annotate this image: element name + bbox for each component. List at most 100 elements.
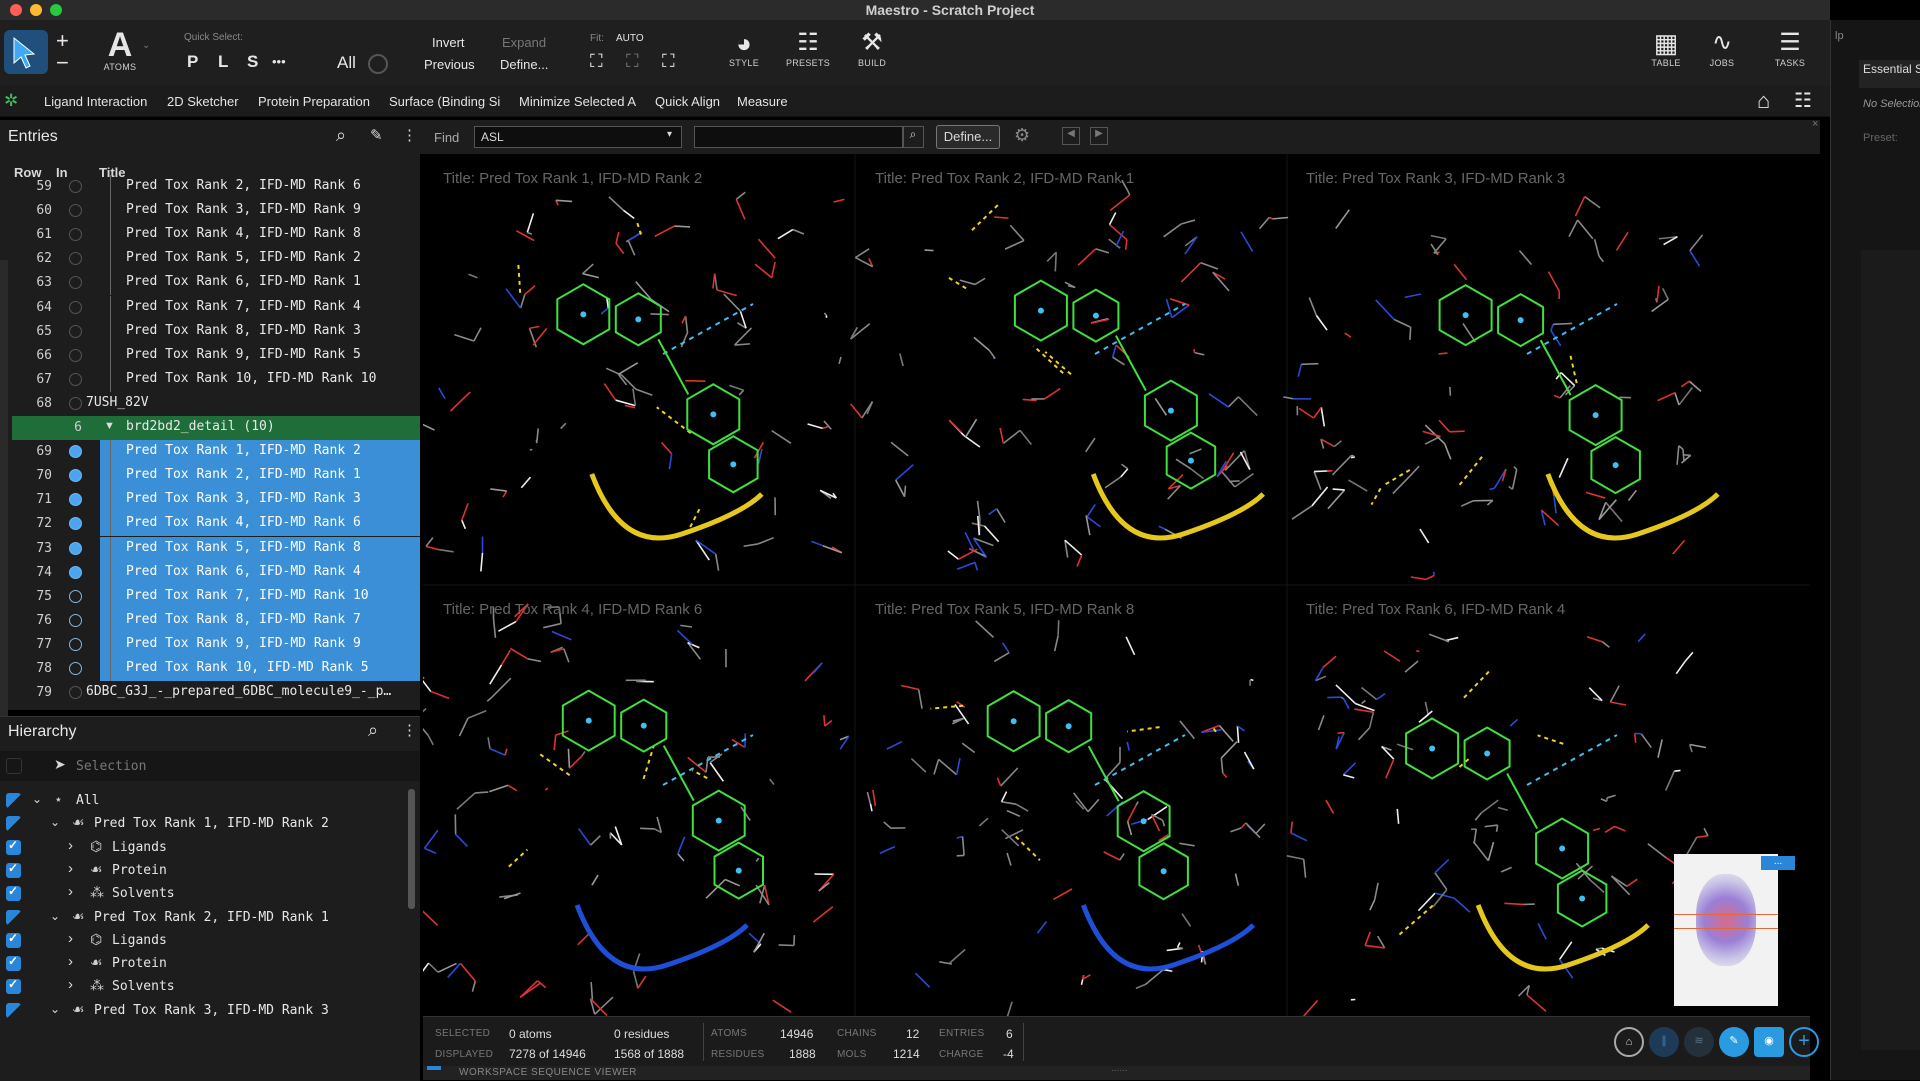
chevron-right-icon[interactable]: ›: [68, 930, 73, 947]
entry-row[interactable]: 73Pred Tox Rank 5, IFD-MD Rank 8: [12, 537, 420, 561]
find-input[interactable]: [694, 126, 904, 148]
menu-minimize-selected[interactable]: Minimize Selected A: [519, 94, 636, 109]
previous-button[interactable]: Previous: [424, 57, 475, 72]
table-button[interactable]: ▦ TABLE: [1644, 28, 1688, 68]
hierarchy-scrollbar[interactable]: [408, 789, 415, 909]
resize-grip-icon[interactable]: ......: [1111, 1063, 1128, 1074]
visibility-checkbox[interactable]: [6, 793, 21, 808]
fit-all-icon[interactable]: ⛶: [590, 51, 603, 72]
tasks-button[interactable]: ☰ TASKS: [1768, 28, 1812, 68]
chevron-right-icon[interactable]: ›: [68, 883, 73, 900]
select-tool-button[interactable]: [4, 30, 48, 74]
visibility-checkbox[interactable]: [6, 1003, 21, 1018]
include-toggle[interactable]: [69, 373, 82, 386]
menu-ligand-interaction[interactable]: Ligand Interaction: [44, 94, 147, 109]
include-toggle[interactable]: [69, 301, 82, 314]
menu-quick-align[interactable]: Quick Align: [655, 94, 720, 109]
entry-row[interactable]: 59Pred Tox Rank 2, IFD-MD Rank 6: [12, 175, 420, 199]
selection-checkbox[interactable]: [6, 758, 22, 774]
include-toggle[interactable]: [69, 349, 82, 362]
home-icon[interactable]: ⌂: [1757, 88, 1770, 114]
include-toggle[interactable]: [69, 517, 82, 530]
sequence-viewer-bar[interactable]: WORKSPACE SEQUENCE VIEWER ......: [423, 1066, 1810, 1080]
visibility-checkbox[interactable]: [6, 979, 21, 994]
expand-button[interactable]: Expand: [502, 35, 546, 50]
quick-select-ligand[interactable]: L: [218, 52, 228, 72]
visibility-checkbox[interactable]: [6, 863, 21, 878]
find-search-icon[interactable]: ⌕: [902, 126, 924, 148]
add-favorite-icon[interactable]: ☷: [1794, 88, 1812, 113]
chevron-down-icon[interactable]: ⌄: [50, 815, 60, 829]
chevron-down-icon[interactable]: ⌄: [50, 1002, 60, 1016]
find-next-arrow-icon[interactable]: ▶: [1090, 127, 1108, 145]
build-button[interactable]: ⚒ BUILD: [850, 28, 894, 68]
all-toggle-icon[interactable]: [368, 54, 388, 74]
style-toggle-icon[interactable]: ∥: [1649, 1027, 1679, 1057]
entry-row[interactable]: 63Pred Tox Rank 6, IFD-MD Rank 1: [12, 271, 420, 295]
sequence-viewer-handle[interactable]: [427, 1066, 441, 1070]
more-options-icon[interactable]: ⋮: [402, 126, 417, 144]
hierarchy-selection-row[interactable]: ➤ Selection: [0, 751, 420, 781]
invert-button[interactable]: Invert: [432, 35, 465, 50]
entry-row[interactable]: 796DBC_G3J_-_prepared_6DBC_molecule9_-_p…: [12, 681, 420, 705]
style-button[interactable]: ◕ STYLE: [722, 28, 766, 68]
hierarchy-more-icon[interactable]: ⋮: [402, 721, 417, 739]
include-toggle[interactable]: [69, 276, 82, 289]
entry-row[interactable]: 65Pred Tox Rank 8, IFD-MD Rank 3: [12, 320, 420, 344]
include-toggle[interactable]: [69, 686, 82, 699]
edit-active-icon[interactable]: ✎: [1719, 1027, 1749, 1057]
include-toggle[interactable]: [69, 180, 82, 193]
fit-selection-icon[interactable]: ⛶: [626, 51, 639, 72]
include-toggle[interactable]: [69, 542, 82, 555]
find-close-icon[interactable]: ×: [1812, 118, 1818, 130]
fit-screen-icon[interactable]: ⛶: [662, 51, 675, 72]
include-toggle[interactable]: [69, 590, 82, 603]
chevron-down-icon[interactable]: ⌄: [50, 909, 60, 923]
overview-thumbnail[interactable]: [1674, 854, 1778, 1006]
find-settings-gear-icon[interactable]: ⚙: [1014, 125, 1030, 146]
entry-row[interactable]: 78Pred Tox Rank 10, IFD-MD Rank 5: [12, 657, 420, 681]
find-previous-arrow-icon[interactable]: ◀: [1062, 127, 1080, 145]
quick-select-all[interactable]: All: [337, 53, 356, 73]
chevron-right-icon[interactable]: ›: [68, 860, 73, 877]
entry-row[interactable]: 62Pred Tox Rank 5, IFD-MD Rank 2: [12, 247, 420, 271]
group-collapse-icon[interactable]: ▼: [104, 420, 115, 432]
chevron-right-icon[interactable]: ›: [68, 976, 73, 993]
workspace-3d-viewer[interactable]: Title: Pred Tox Rank 1, IFD-MD Rank 2 Ti…: [423, 154, 1810, 1016]
stereo-view-icon[interactable]: ◉: [1754, 1027, 1784, 1057]
entry-row[interactable]: 60Pred Tox Rank 3, IFD-MD Rank 9: [12, 199, 420, 223]
include-toggle[interactable]: [69, 469, 82, 482]
include-toggle[interactable]: [69, 445, 82, 458]
entry-row[interactable]: 61Pred Tox Rank 4, IFD-MD Rank 8: [12, 223, 420, 247]
layers-icon[interactable]: ≋: [1684, 1027, 1714, 1057]
entry-row[interactable]: 64Pred Tox Rank 7, IFD-MD Rank 4: [12, 296, 420, 320]
quick-select-solvent[interactable]: S: [247, 52, 258, 72]
quick-select-protein[interactable]: P: [187, 52, 198, 72]
visibility-checkbox[interactable]: [6, 933, 21, 948]
quick-select-more[interactable]: •••: [272, 54, 286, 69]
include-toggle[interactable]: [69, 493, 82, 506]
entry-row[interactable]: 72Pred Tox Rank 4, IFD-MD Rank 6: [12, 512, 420, 536]
atoms-dropdown-chevron-icon[interactable]: ⌄: [142, 40, 150, 51]
atoms-button[interactable]: A ATOMS: [100, 28, 140, 72]
include-toggle[interactable]: [69, 325, 82, 338]
entry-group-row[interactable]: 6▼brd2bd2_detail (10): [12, 416, 420, 440]
entry-row[interactable]: 77Pred Tox Rank 9, IFD-MD Rank 9: [12, 633, 420, 657]
visibility-checkbox[interactable]: [6, 816, 21, 831]
chevron-right-icon[interactable]: ›: [68, 837, 73, 854]
fit-value[interactable]: AUTO: [616, 33, 644, 44]
include-toggle[interactable]: [69, 204, 82, 217]
include-toggle[interactable]: [69, 662, 82, 675]
include-toggle[interactable]: [69, 614, 82, 627]
search-icon[interactable]: ⌕: [336, 125, 346, 146]
include-toggle[interactable]: [69, 566, 82, 579]
menu-2d-sketcher[interactable]: 2D Sketcher: [167, 94, 239, 109]
include-toggle[interactable]: [69, 397, 82, 410]
visibility-checkbox[interactable]: [6, 840, 21, 855]
favorites-molecule-icon[interactable]: ✲: [4, 91, 18, 111]
chevron-right-icon[interactable]: ›: [68, 953, 73, 970]
menu-surface-binding-site[interactable]: Surface (Binding Si: [389, 94, 500, 109]
include-toggle[interactable]: [69, 252, 82, 265]
entry-row[interactable]: 687USH_82V: [12, 392, 420, 416]
entry-row[interactable]: 69Pred Tox Rank 1, IFD-MD Rank 2: [12, 440, 420, 464]
